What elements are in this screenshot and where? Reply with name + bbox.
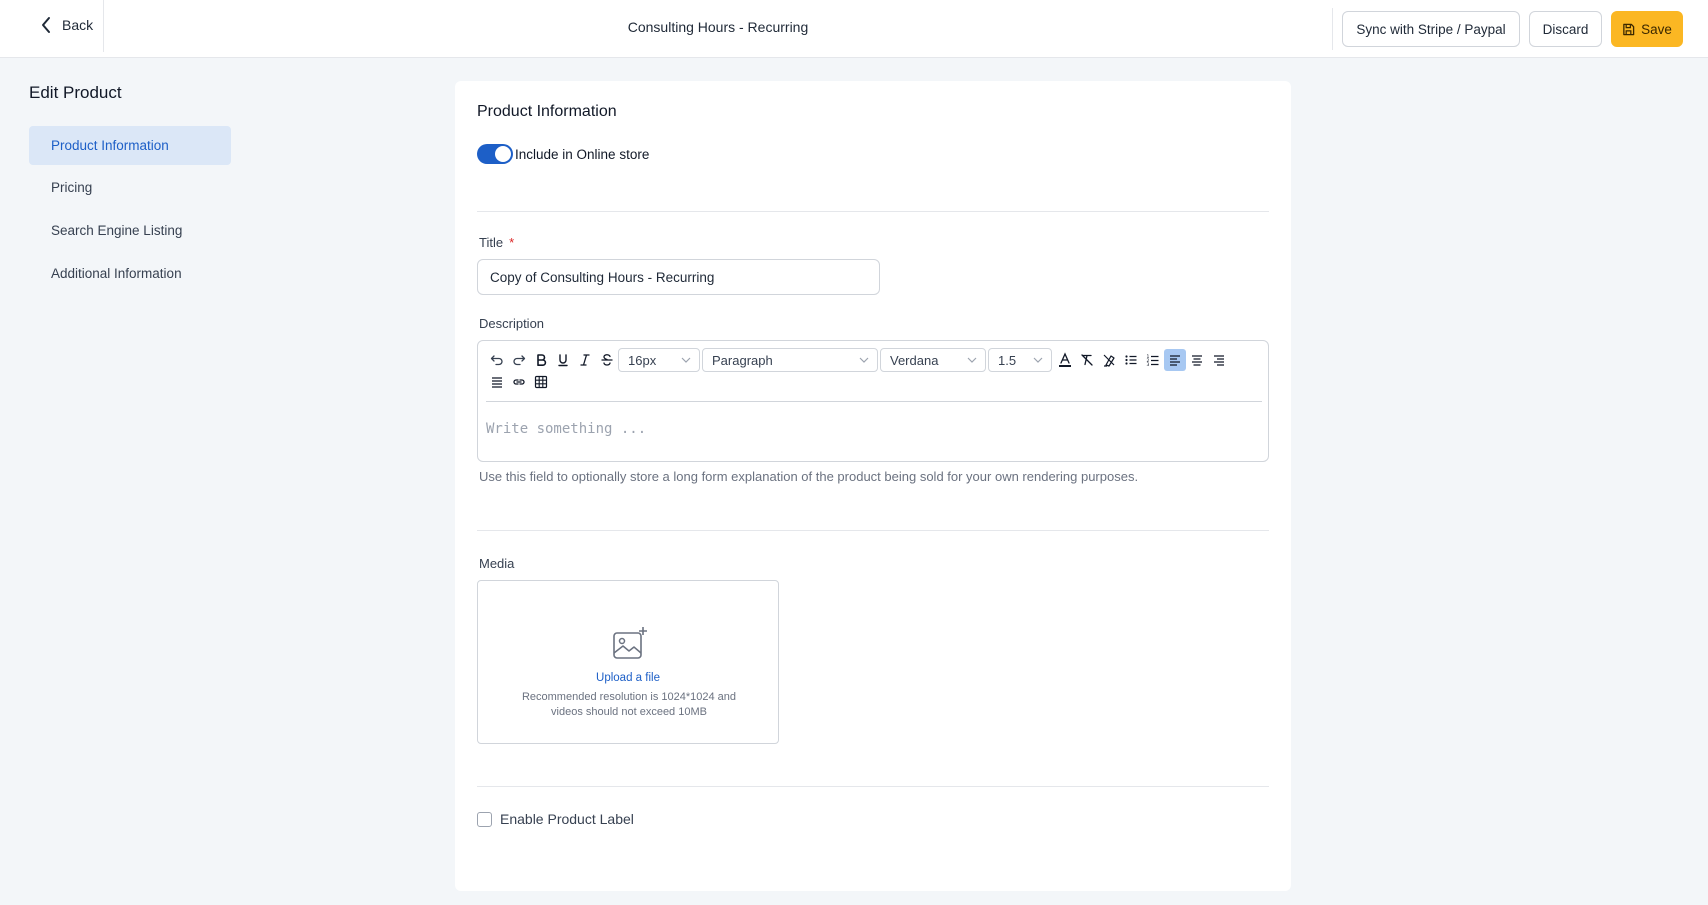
top-bar: Back Consulting Hours - Recurring Sync w… bbox=[0, 0, 1708, 58]
divider bbox=[477, 530, 1269, 531]
bullet-list-icon[interactable] bbox=[1120, 349, 1142, 371]
title-label: Title * bbox=[479, 235, 514, 250]
description-editor: 16px Paragraph Verdana 1.5 123 Write som… bbox=[477, 340, 1269, 462]
undo-icon[interactable] bbox=[486, 349, 508, 371]
divider bbox=[477, 211, 1269, 212]
description-label: Description bbox=[479, 316, 545, 331]
sidebar-item-label: Product Information bbox=[51, 138, 169, 153]
sidebar-item-label: Additional Information bbox=[51, 266, 182, 281]
font-size-select[interactable]: 16px bbox=[618, 348, 700, 372]
divider bbox=[477, 786, 1269, 787]
sidebar-item-label: Pricing bbox=[51, 180, 93, 195]
media-upload-dropzone[interactable]: Upload a file Recommended resolution is … bbox=[477, 580, 779, 744]
upload-file-link[interactable]: Upload a file bbox=[478, 672, 778, 684]
sync-stripe-paypal-button[interactable]: Sync with Stripe / Paypal bbox=[1342, 11, 1520, 47]
media-label: Media bbox=[479, 556, 515, 571]
font-size-value: 16px bbox=[628, 352, 657, 368]
align-justify-icon[interactable] bbox=[486, 371, 508, 393]
title-input[interactable] bbox=[477, 259, 880, 295]
divider bbox=[1332, 8, 1333, 50]
text-color-icon[interactable] bbox=[1054, 349, 1076, 371]
sidebar-item-pricing[interactable]: Pricing bbox=[29, 168, 231, 207]
editor-toolbar-row-2 bbox=[486, 371, 552, 393]
description-placeholder[interactable]: Write something ... bbox=[486, 421, 646, 437]
sidebar-item-search-engine-listing[interactable]: Search Engine Listing bbox=[29, 211, 231, 250]
discard-label: Discard bbox=[1542, 21, 1589, 37]
chevron-down-icon bbox=[859, 357, 869, 363]
sidebar-item-product-information[interactable]: Product Information bbox=[29, 126, 231, 165]
sync-label: Sync with Stripe / Paypal bbox=[1356, 21, 1506, 37]
sidebar-title: Edit Product bbox=[29, 83, 122, 102]
required-mark: * bbox=[509, 235, 515, 250]
sidebar-item-label: Search Engine Listing bbox=[51, 223, 183, 238]
save-button[interactable]: Save bbox=[1611, 11, 1683, 47]
font-family-select[interactable]: Verdana bbox=[880, 348, 986, 372]
product-information-card: Product Information Include in Online st… bbox=[455, 81, 1291, 891]
description-help-text: Use this field to optionally store a lon… bbox=[479, 469, 1139, 484]
italic-icon[interactable] bbox=[574, 349, 596, 371]
divider bbox=[486, 401, 1262, 402]
align-right-icon[interactable] bbox=[1208, 349, 1230, 371]
underline-icon[interactable] bbox=[552, 349, 574, 371]
enable-product-label-row[interactable]: Enable Product Label bbox=[477, 811, 634, 827]
table-icon[interactable] bbox=[530, 371, 552, 393]
chevron-down-icon bbox=[967, 357, 977, 363]
block-format-select[interactable]: Paragraph bbox=[702, 348, 878, 372]
title-label-text: Title bbox=[479, 235, 504, 250]
numbered-list-icon[interactable]: 123 bbox=[1142, 349, 1164, 371]
save-icon bbox=[1623, 23, 1635, 35]
online-store-toggle[interactable] bbox=[477, 144, 513, 164]
sidebar-item-additional-information[interactable]: Additional Information bbox=[29, 254, 231, 293]
enable-product-label-text: Enable Product Label bbox=[500, 811, 634, 827]
highlight-icon[interactable] bbox=[1098, 349, 1120, 371]
page-title: Consulting Hours - Recurring bbox=[627, 19, 809, 35]
enable-product-label-checkbox[interactable] bbox=[477, 811, 492, 827]
line-height-value: 1.5 bbox=[998, 352, 1017, 368]
section-title: Product Information bbox=[477, 103, 617, 120]
online-store-toggle-row: Include in Online store bbox=[477, 144, 649, 164]
upload-hint: Recommended resolution is 1024*1024 and … bbox=[508, 690, 750, 720]
clear-format-icon[interactable] bbox=[1076, 349, 1098, 371]
align-center-icon[interactable] bbox=[1186, 349, 1208, 371]
bold-icon[interactable] bbox=[530, 349, 552, 371]
redo-icon[interactable] bbox=[508, 349, 530, 371]
align-left-icon[interactable] bbox=[1164, 349, 1186, 371]
online-store-label: Include in Online store bbox=[515, 146, 650, 162]
strikethrough-icon[interactable] bbox=[596, 349, 618, 371]
save-label: Save bbox=[1641, 21, 1672, 37]
editor-toolbar: 16px Paragraph Verdana 1.5 123 bbox=[486, 348, 1230, 372]
chevron-down-icon bbox=[681, 357, 691, 363]
line-height-select[interactable]: 1.5 bbox=[988, 348, 1052, 372]
chevron-down-icon bbox=[1033, 357, 1043, 363]
font-family-value: Verdana bbox=[890, 352, 939, 368]
image-add-icon bbox=[613, 627, 647, 659]
discard-button[interactable]: Discard bbox=[1529, 11, 1602, 47]
upload-hint-line-2: videos should not exceed 10MB bbox=[551, 706, 707, 718]
toggle-knob bbox=[495, 146, 511, 162]
upload-hint-line-1: Recommended resolution is 1024*1024 and bbox=[521, 691, 737, 703]
svg-text:3: 3 bbox=[1147, 362, 1150, 367]
link-icon[interactable] bbox=[508, 371, 530, 393]
block-format-value: Paragraph bbox=[712, 352, 773, 368]
